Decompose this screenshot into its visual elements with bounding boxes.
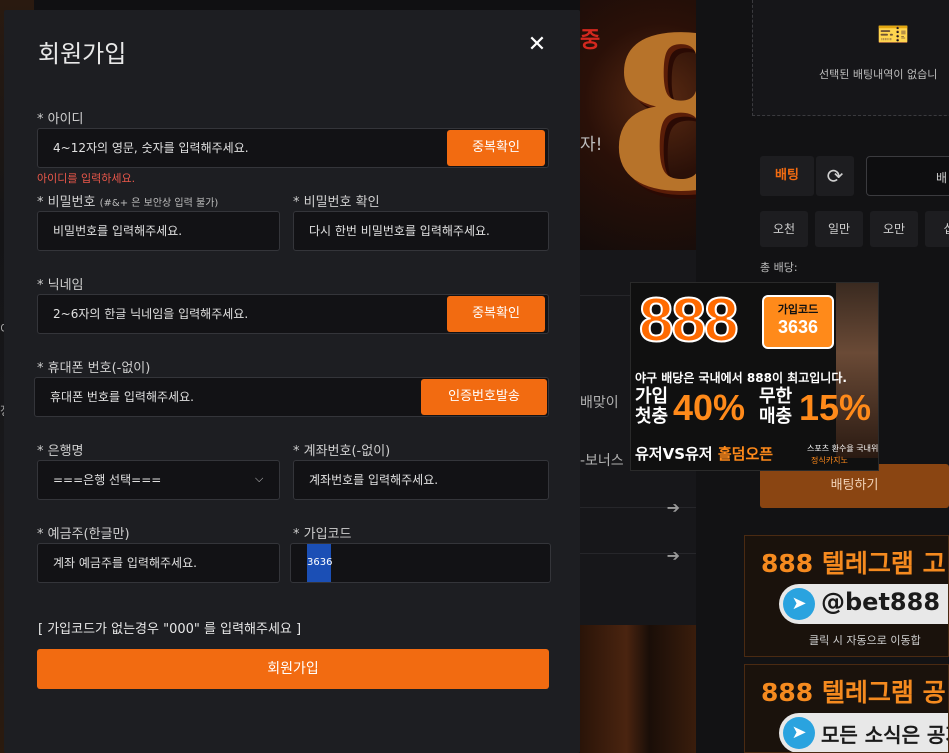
- game-thumbnails[interactable]: [580, 625, 696, 753]
- password-label: * 비밀번호 (#&+ 은 보안상 입력 불가): [37, 191, 218, 210]
- account-input[interactable]: [309, 461, 548, 499]
- signup-code-note: [ 가입코드가 없는경우 "000" 를 입력해주세요 ]: [38, 622, 302, 637]
- telegram-handle: 모든 소식은 공지: [821, 723, 948, 747]
- nickname-duplicate-check-button[interactable]: 중복확인: [447, 296, 545, 332]
- promo-code-badge: 가입코드 3636: [762, 295, 834, 349]
- promo-footer-d: 정식카지노: [811, 456, 848, 465]
- betslip-empty: 🎫 선택된 배팅내역이 없습니: [752, 0, 949, 116]
- refresh-icon[interactable]: ⟳: [816, 156, 854, 196]
- telegram-icon: ➤: [783, 588, 815, 620]
- password-input[interactable]: [53, 212, 279, 250]
- page: 이 정 8 중 자! 배맞이 -보너스 ➔ ➔ 🎫 선택된 배팅내역이 없습니 …: [0, 0, 949, 753]
- tab-betting[interactable]: 배팅: [760, 156, 814, 196]
- bank-select[interactable]: ===은행 선택=== ⌵: [37, 460, 280, 500]
- amount-button[interactable]: 오만: [870, 211, 918, 247]
- promo-banner[interactable]: 888 가입코드 3636 야구 배당은 국내에서 888이 최고입니다. 가입…: [630, 282, 879, 471]
- hero-digit: 8: [608, 0, 696, 238]
- bank-label: * 은행명: [37, 444, 84, 459]
- promo-first-label: 가입 첫충: [635, 386, 669, 427]
- telegram-banner[interactable]: 888 텔레그램 공 ➤ 모든 소식은 공지: [744, 664, 949, 753]
- account-label: * 계좌번호(-없이): [293, 444, 391, 459]
- promo-first-pct: 40%: [673, 387, 746, 428]
- promo-footer-c: 스포츠 환수율 국내위: [807, 444, 879, 453]
- account-field[interactable]: [293, 460, 549, 500]
- promo-footer: 유저VS유저 홀덤오픈: [635, 443, 773, 464]
- telegram-icon: ➤: [783, 717, 815, 749]
- telegram-banner[interactable]: 888 텔레그램 고 ➤ @bet888 클릭 시 자동으로 이동합: [744, 535, 949, 657]
- promo-footer-a: 유저VS유저: [635, 445, 713, 463]
- signup-code-field[interactable]: 3636: [290, 543, 551, 583]
- signup-code-value[interactable]: 3636: [307, 544, 332, 582]
- bank-select-value: ===은행 선택===: [53, 473, 162, 487]
- signup-submit-button[interactable]: 회원가입: [37, 649, 549, 689]
- promo-code: 3636: [777, 317, 819, 337]
- phone-label: * 휴대폰 번호(-없이): [37, 361, 151, 376]
- promo-headline: 야구 배당은 국내에서 888이 최고입니다.: [635, 371, 847, 385]
- signup-code-label: * 가입코드: [293, 527, 352, 542]
- holder-input[interactable]: [53, 544, 279, 582]
- telegram-banner-title: 888 텔레그램 고: [761, 549, 946, 578]
- telegram-banner-sub: 클릭 시 자동으로 이동합: [809, 634, 921, 647]
- promo-footer-b: 홀덤오픈: [717, 445, 774, 463]
- amount-button[interactable]: 일만: [815, 211, 863, 247]
- holder-label: * 예금주(한글만): [37, 527, 130, 542]
- password-label-text: * 비밀번호: [37, 195, 96, 210]
- modal-title: 회원가입: [38, 40, 127, 68]
- betslip-empty-message: 선택된 배팅내역이 없습니: [819, 68, 938, 81]
- amount-button[interactable]: 십: [925, 211, 949, 247]
- password-confirm-input[interactable]: [309, 212, 548, 250]
- hero-text: 자!: [580, 135, 603, 155]
- send-verification-button[interactable]: 인증번호발송: [421, 379, 547, 415]
- close-icon[interactable]: ✕: [526, 32, 548, 58]
- id-error-message: 아이디를 입력하세요.: [37, 172, 136, 185]
- holder-field[interactable]: [37, 543, 280, 583]
- telegram-pill: ➤ 모든 소식은 공지: [779, 713, 948, 752]
- list-item-text: 배맞이: [580, 395, 619, 411]
- password-field[interactable]: [37, 211, 280, 251]
- arrow-right-icon[interactable]: ➔: [667, 546, 680, 565]
- hero-banner[interactable]: 8 중 자!: [580, 0, 696, 250]
- chevron-down-icon: ⌵: [255, 472, 264, 485]
- id-duplicate-check-button[interactable]: 중복확인: [447, 130, 545, 166]
- hero-red-text: 중: [580, 28, 601, 53]
- password-confirm-label: * 비밀번호 확인: [293, 195, 380, 210]
- bet-amount-input[interactable]: 배: [866, 156, 949, 196]
- password-hint: (#&+ 은 보안상 입력 불가): [99, 198, 219, 209]
- promo-unlimited-pct: 15%: [799, 387, 872, 428]
- nickname-label: * 닉네임: [37, 278, 84, 293]
- password-confirm-field[interactable]: [293, 211, 549, 251]
- signup-modal: 회원가입 ✕ * 아이디 중복확인 아이디를 입력하세요. * 비밀번호 (#&…: [4, 10, 580, 753]
- promo-code-label: 가입코드: [777, 303, 819, 316]
- total-odds-label: 총 배당:: [760, 261, 798, 274]
- promo-unlimited-label: 무한 매충: [759, 386, 793, 427]
- ticket-icon: 🎫: [877, 20, 910, 50]
- id-label: * 아이디: [37, 112, 84, 127]
- promo-brand: 888: [638, 285, 739, 356]
- amount-button[interactable]: 오천: [760, 211, 808, 247]
- telegram-pill: ➤ @bet888: [779, 584, 948, 624]
- bet-amount-text: 배: [935, 171, 947, 185]
- telegram-handle: @bet888: [821, 588, 941, 616]
- telegram-banner-title: 888 텔레그램 공: [761, 678, 946, 707]
